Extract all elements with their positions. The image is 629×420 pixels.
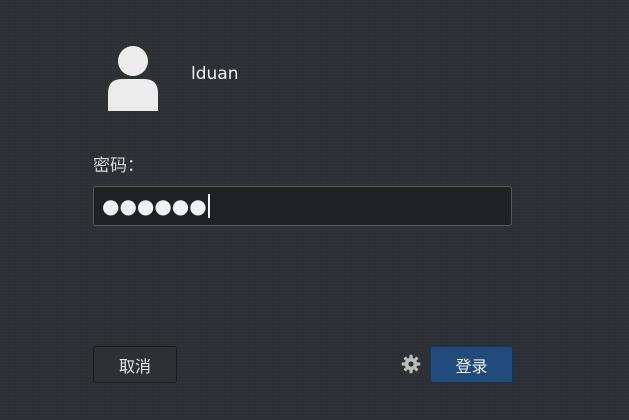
login-button[interactable]: 登录 xyxy=(430,346,513,383)
username: lduan xyxy=(191,64,239,84)
password-masked-value: ●●●●●● xyxy=(102,194,207,218)
password-label: 密码： xyxy=(93,156,144,176)
text-caret xyxy=(207,194,210,218)
user-avatar-icon xyxy=(106,45,160,111)
gear-icon[interactable] xyxy=(401,354,421,374)
cancel-button[interactable]: 取消 xyxy=(93,346,177,383)
password-field[interactable]: ●●●●●● xyxy=(93,186,512,226)
